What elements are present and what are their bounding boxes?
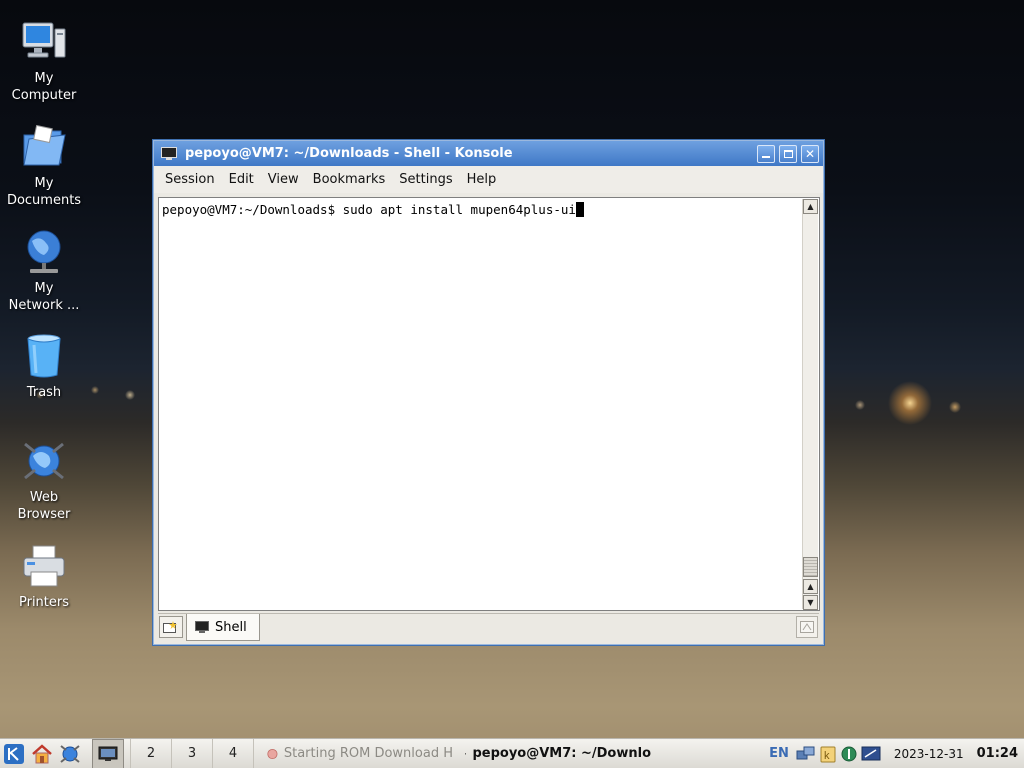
terminal-area[interactable]: pepoyo@VM7:~/Downloads$ sudo apt install… xyxy=(158,197,820,611)
maximize-icon xyxy=(783,149,793,158)
tab-shell[interactable]: Shell xyxy=(186,614,260,641)
menu-settings[interactable]: Settings xyxy=(392,172,459,187)
desktop-icon-label: Web Browser xyxy=(17,490,71,522)
clock-date[interactable]: 2023-12-31 xyxy=(894,747,964,761)
session-tabbar: Shell xyxy=(158,613,819,641)
menu-session[interactable]: Session xyxy=(158,172,222,187)
desktop-icon-printers[interactable]: Printers xyxy=(0,542,88,611)
klipper-clipboard-icon[interactable]: k xyxy=(819,745,837,763)
kde-menu-icon xyxy=(4,743,24,764)
tab-label: Shell xyxy=(215,619,247,635)
desktop-icon-my-network[interactable]: My Network ... xyxy=(0,228,88,314)
window-titlebar[interactable]: pepoyo@VM7: ~/Downloads - Shell - Konsol… xyxy=(154,141,823,166)
browser-task-icon xyxy=(267,748,278,759)
computer-icon xyxy=(20,18,68,66)
show-desktop-button[interactable] xyxy=(92,738,124,768)
close-session-icon xyxy=(800,621,814,633)
desktop-icon-my-computer[interactable]: My Computer xyxy=(0,18,88,104)
terminal-line: pepoyo@VM7:~/Downloads$ sudo apt install… xyxy=(162,202,584,217)
desktop-icon-label: Trash xyxy=(26,385,62,400)
keyboard-layout-indicator[interactable]: EN xyxy=(769,746,789,761)
minimize-icon xyxy=(762,155,770,158)
menubar: Session Edit View Bookmarks Settings Hel… xyxy=(154,166,823,193)
menu-edit[interactable]: Edit xyxy=(222,172,261,187)
menu-help[interactable]: Help xyxy=(460,172,504,187)
desktop-switch-2[interactable]: 2 xyxy=(130,738,171,768)
terminal-app-icon[interactable] xyxy=(161,146,177,161)
trash-icon xyxy=(20,332,68,380)
svg-text:k: k xyxy=(824,750,830,762)
desktop-icon-label: Printers xyxy=(18,595,70,610)
folder-icon xyxy=(20,123,68,171)
kde-menu-button[interactable] xyxy=(0,740,28,768)
scroll-up-top-button[interactable]: ▲ xyxy=(803,199,818,214)
desktop-switch-4[interactable]: 4 xyxy=(212,738,253,768)
desktop-icon-trash[interactable]: Trash xyxy=(0,332,88,401)
network-status-icon[interactable] xyxy=(796,745,816,763)
vertical-scrollbar[interactable]: ▲ ▲ ▼ xyxy=(802,199,818,610)
text-cursor xyxy=(575,202,584,217)
network-globe-icon xyxy=(20,228,68,276)
scrollbar-thumb[interactable] xyxy=(803,557,818,577)
maximize-button[interactable] xyxy=(779,144,797,163)
minimize-button[interactable] xyxy=(757,144,775,163)
home-folder-button[interactable] xyxy=(28,740,56,768)
desktop-icon-label: My Documents xyxy=(6,176,82,208)
scroll-down-button[interactable]: ▼ xyxy=(803,595,818,610)
arrow-up-icon: ▲ xyxy=(807,582,814,591)
clock-time[interactable]: 01:24 xyxy=(977,746,1018,761)
new-session-button[interactable] xyxy=(159,616,183,638)
display-settings-icon[interactable] xyxy=(861,745,881,763)
terminal-tab-icon xyxy=(195,621,209,633)
menu-view[interactable]: View xyxy=(261,172,306,187)
terminal-task-icon xyxy=(465,752,467,755)
terminal-prompt: pepoyo@VM7:~/Downloads$ xyxy=(162,202,343,217)
close-session-button[interactable] xyxy=(796,616,818,638)
desktop-icon-label: My Computer xyxy=(11,71,77,103)
desktop-pager-icon xyxy=(98,746,118,761)
scroll-up-button[interactable]: ▲ xyxy=(803,579,818,594)
task-label: pepoyo@VM7: ~/Downlo xyxy=(472,746,651,761)
web-browser-icon xyxy=(60,744,80,763)
desktop-icon-web-browser[interactable]: Web Browser xyxy=(0,437,88,523)
desktop-icon-label: My Network ... xyxy=(8,281,80,313)
terminal-command: sudo apt install mupen64plus-ui xyxy=(342,202,576,217)
konsole-window: pepoyo@VM7: ~/Downloads - Shell - Konsol… xyxy=(152,139,825,646)
window-title: pepoyo@VM7: ~/Downloads - Shell - Konsol… xyxy=(185,146,513,161)
taskbar-task-rom-download[interactable]: Starting ROM Download H xyxy=(261,741,459,767)
package-updater-icon[interactable] xyxy=(840,745,858,763)
task-label: Starting ROM Download H xyxy=(283,746,453,761)
menu-bookmarks[interactable]: Bookmarks xyxy=(306,172,393,187)
arrow-down-icon: ▼ xyxy=(807,598,814,607)
web-browser-icon xyxy=(20,437,68,485)
web-browser-launcher[interactable] xyxy=(56,740,84,768)
taskbar: 2 3 4 Starting ROM Download H pepoyo@VM7… xyxy=(0,738,1024,768)
printer-icon xyxy=(20,542,68,590)
close-button[interactable]: ✕ xyxy=(801,144,819,163)
desktop-switch-3[interactable]: 3 xyxy=(171,738,212,768)
home-icon xyxy=(32,743,52,763)
close-icon: ✕ xyxy=(804,146,816,161)
desktop-icon-my-documents[interactable]: My Documents xyxy=(0,123,88,209)
arrow-up-icon: ▲ xyxy=(807,202,814,211)
taskbar-task-konsole[interactable]: pepoyo@VM7: ~/Downlo xyxy=(459,741,657,767)
system-tray: EN k 2023-12-31 01:24 xyxy=(769,745,1024,763)
new-session-icon xyxy=(163,621,177,633)
